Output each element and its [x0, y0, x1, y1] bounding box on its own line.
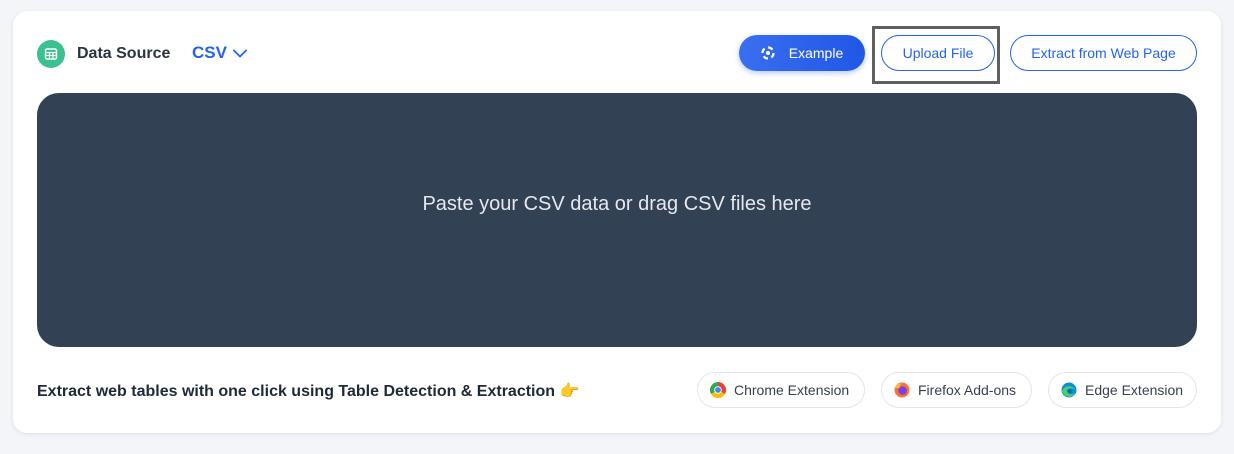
- promo-text: Extract web tables with one click using …: [37, 383, 580, 400]
- format-select[interactable]: CSV: [192, 43, 247, 63]
- firefox-addon-button[interactable]: Firefox Add-ons: [881, 372, 1032, 408]
- data-source-header: Data Source CSV Example Upload File Extr…: [37, 26, 1197, 84]
- edge-icon: [1061, 382, 1077, 398]
- firefox-icon: [894, 382, 910, 398]
- chrome-extension-button[interactable]: Chrome Extension: [697, 372, 865, 408]
- csv-input-dropzone[interactable]: Paste your CSV data or drag CSV files he…: [37, 93, 1197, 347]
- extract-web-page-label: Extract from Web Page: [1031, 45, 1176, 61]
- example-button[interactable]: Example: [739, 35, 865, 71]
- format-value: CSV: [192, 43, 227, 62]
- edge-extension-label: Edge Extension: [1085, 382, 1184, 398]
- data-source-title: Data Source: [77, 45, 171, 62]
- firefox-addon-label: Firefox Add-ons: [918, 382, 1017, 398]
- extension-promo-bar: Extract web tables with one click using …: [37, 371, 1197, 409]
- upload-file-button[interactable]: Upload File: [881, 35, 995, 71]
- edge-extension-button[interactable]: Edge Extension: [1048, 372, 1197, 408]
- extract-web-page-button[interactable]: Extract from Web Page: [1010, 35, 1197, 71]
- data-source-icon: [37, 40, 65, 68]
- lifebuoy-icon: [761, 46, 775, 60]
- chrome-icon: [710, 382, 726, 398]
- example-button-label: Example: [788, 45, 844, 61]
- upload-file-label: Upload File: [902, 45, 974, 61]
- dropzone-placeholder: Paste your CSV data or drag CSV files he…: [422, 192, 812, 215]
- chrome-extension-label: Chrome Extension: [734, 382, 850, 398]
- data-source-card: Data Source CSV Example Upload File Extr…: [13, 11, 1221, 433]
- chevron-down-icon: [233, 49, 247, 58]
